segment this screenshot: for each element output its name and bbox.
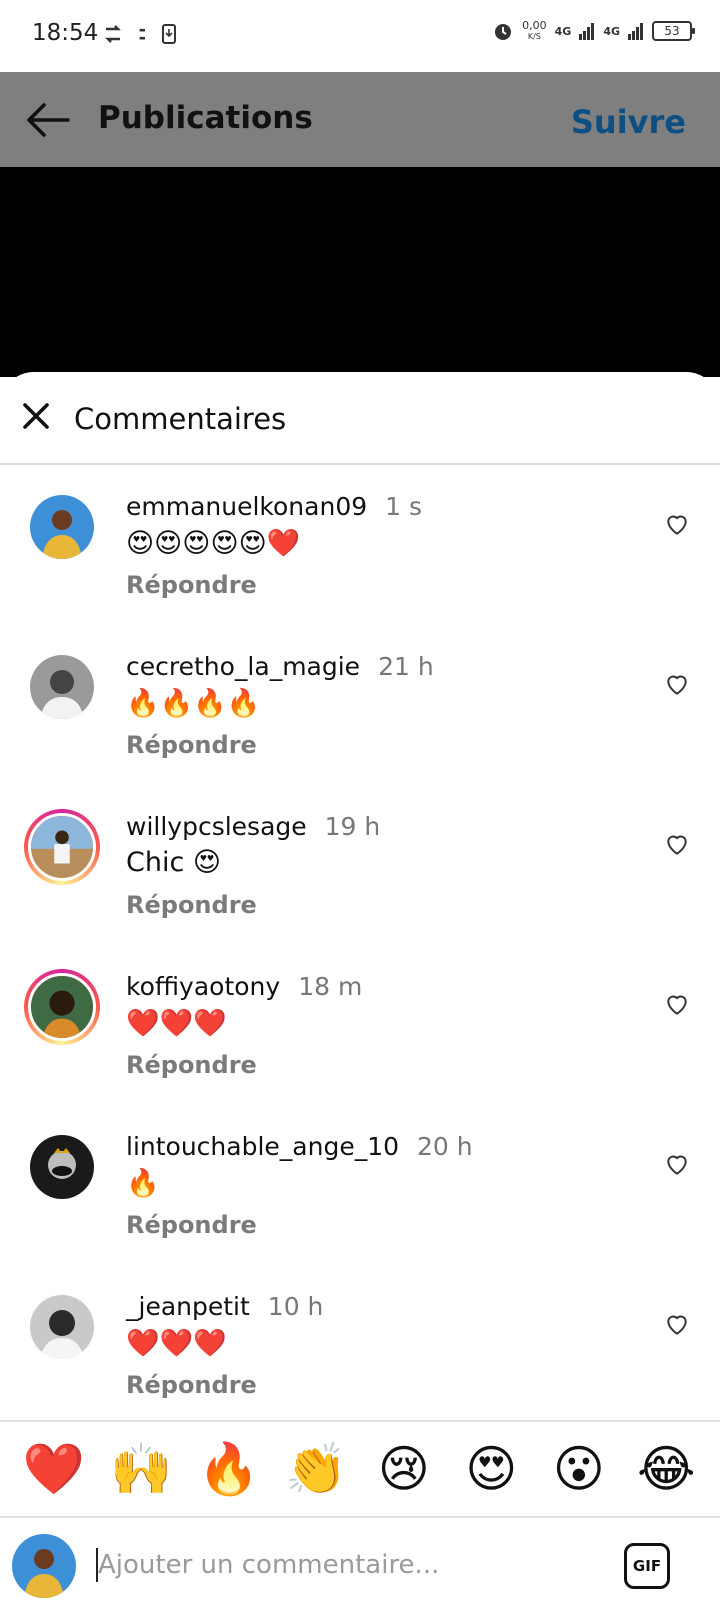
comment-time: 18 m xyxy=(298,972,363,1001)
comment-text: Chic 😍 xyxy=(126,847,222,878)
status-time: 18:54 xyxy=(32,20,99,46)
avatar[interactable] xyxy=(30,495,94,559)
battery-icon: 53 xyxy=(652,21,695,41)
top-bar: Publications Suivre xyxy=(0,72,720,167)
avatar-story-ring[interactable] xyxy=(24,969,100,1045)
post-media xyxy=(0,167,720,377)
comment-username[interactable]: emmanuelkonan09 1 s xyxy=(126,492,422,521)
reaction-fire[interactable]: 🔥 xyxy=(194,1441,264,1497)
reply-button[interactable]: Répondre xyxy=(126,1371,257,1399)
heart-icon[interactable] xyxy=(664,1311,690,1337)
gif-button[interactable]: GIF xyxy=(624,1543,670,1589)
comment-username[interactable]: _jeanpetit 10 h xyxy=(126,1292,323,1321)
page-title: Publications xyxy=(98,100,313,136)
reaction-laughing[interactable]: 😂 xyxy=(631,1441,701,1497)
reply-button[interactable]: Répondre xyxy=(126,571,257,599)
comment-time: 19 h xyxy=(324,812,381,841)
comment-composer: GIF xyxy=(0,1516,720,1612)
comment-item: emmanuelkonan09 1 s 😍😍😍😍😍❤️ Répondre xyxy=(0,465,720,629)
back-arrow-icon[interactable] xyxy=(24,96,72,144)
comment-item: _jeanpetit 10 h ❤️❤️❤️ Répondre xyxy=(0,1265,720,1426)
avatar[interactable] xyxy=(30,1135,94,1199)
comment-text: ❤️❤️❤️ xyxy=(126,1008,227,1039)
comment-username[interactable]: koffiyaotony 18 m xyxy=(126,972,362,1001)
heart-icon[interactable] xyxy=(664,511,690,537)
comment-item: willypcslesage 19 h Chic 😍 Répondre xyxy=(0,785,720,949)
close-icon[interactable] xyxy=(20,400,52,432)
current-user-avatar xyxy=(12,1534,76,1598)
signal-icon xyxy=(579,23,595,40)
comment-item: koffiyaotony 18 m ❤️❤️❤️ Répondre xyxy=(0,945,720,1109)
sync-icon xyxy=(105,25,121,43)
reply-button[interactable]: Répondre xyxy=(126,731,257,759)
reaction-raised-hands[interactable]: 🙌 xyxy=(106,1441,176,1497)
comment-item: lintouchable_ange_10 20 h 🔥 Répondre xyxy=(0,1105,720,1269)
heart-icon[interactable] xyxy=(664,991,690,1017)
comment-username[interactable]: lintouchable_ange_10 20 h xyxy=(126,1132,473,1161)
reaction-heart-eyes[interactable]: 😍 xyxy=(456,1441,526,1497)
comment-time: 1 s xyxy=(385,492,423,521)
comment-list[interactable]: emmanuelkonan09 1 s 😍😍😍😍😍❤️ Répondre cecr… xyxy=(0,465,720,1426)
follow-button[interactable]: Suivre xyxy=(571,103,686,141)
comment-username[interactable]: willypcslesage 19 h xyxy=(126,812,380,841)
network-type-1: 4G xyxy=(554,24,572,38)
sheet-title: Commentaires xyxy=(74,402,287,436)
comment-text: 🔥 xyxy=(126,1168,160,1199)
comment-text: 😍😍😍😍😍❤️ xyxy=(126,528,301,559)
reply-button[interactable]: Répondre xyxy=(126,1211,257,1239)
reply-button[interactable]: Répondre xyxy=(126,1051,257,1079)
quick-reactions-bar: ❤️ 🙌 🔥 👏 😢 😍 😮 😂 xyxy=(0,1420,720,1516)
network-speed: 0,00 K/S xyxy=(522,19,547,41)
reply-button[interactable]: Répondre xyxy=(126,891,257,919)
avatar[interactable] xyxy=(30,1295,94,1359)
status-icons-left: ▬ ▬ xyxy=(103,24,176,44)
download-icon xyxy=(161,24,176,44)
heart-icon[interactable] xyxy=(664,1151,690,1177)
comment-time: 21 h xyxy=(378,652,434,681)
avatar-story-ring[interactable] xyxy=(24,809,100,885)
comment-item: cecretho_la_magie 21 h 🔥🔥🔥🔥 Répondre xyxy=(0,625,720,789)
alarm-icon xyxy=(495,24,512,40)
reaction-sad[interactable]: 😢 xyxy=(369,1441,439,1497)
signal-icon xyxy=(628,23,643,40)
comment-time: 20 h xyxy=(417,1132,473,1161)
comment-text: 🔥🔥🔥🔥 xyxy=(126,688,261,719)
status-bar: 18:54 ▬ ▬ 0,00 K/S 4G 4G 53 xyxy=(0,0,720,72)
reaction-surprised[interactable]: 😮 xyxy=(544,1441,614,1497)
news-icon: ▬ ▬ xyxy=(139,26,146,42)
heart-icon[interactable] xyxy=(664,671,690,697)
comment-text: ❤️❤️❤️ xyxy=(126,1328,227,1359)
reaction-heart[interactable]: ❤️ xyxy=(19,1441,89,1497)
comment-input[interactable] xyxy=(98,1544,578,1586)
comment-time: 10 h xyxy=(267,1292,324,1321)
heart-icon[interactable] xyxy=(664,831,690,857)
status-icons-right: 0,00 K/S 4G 4G 53 xyxy=(492,19,695,42)
comment-username[interactable]: cecretho_la_magie 21 h xyxy=(126,652,434,681)
network-type-2: 4G xyxy=(603,24,620,38)
avatar[interactable] xyxy=(30,655,94,719)
sheet-header: Commentaires xyxy=(0,372,720,465)
reaction-clap[interactable]: 👏 xyxy=(281,1441,351,1497)
